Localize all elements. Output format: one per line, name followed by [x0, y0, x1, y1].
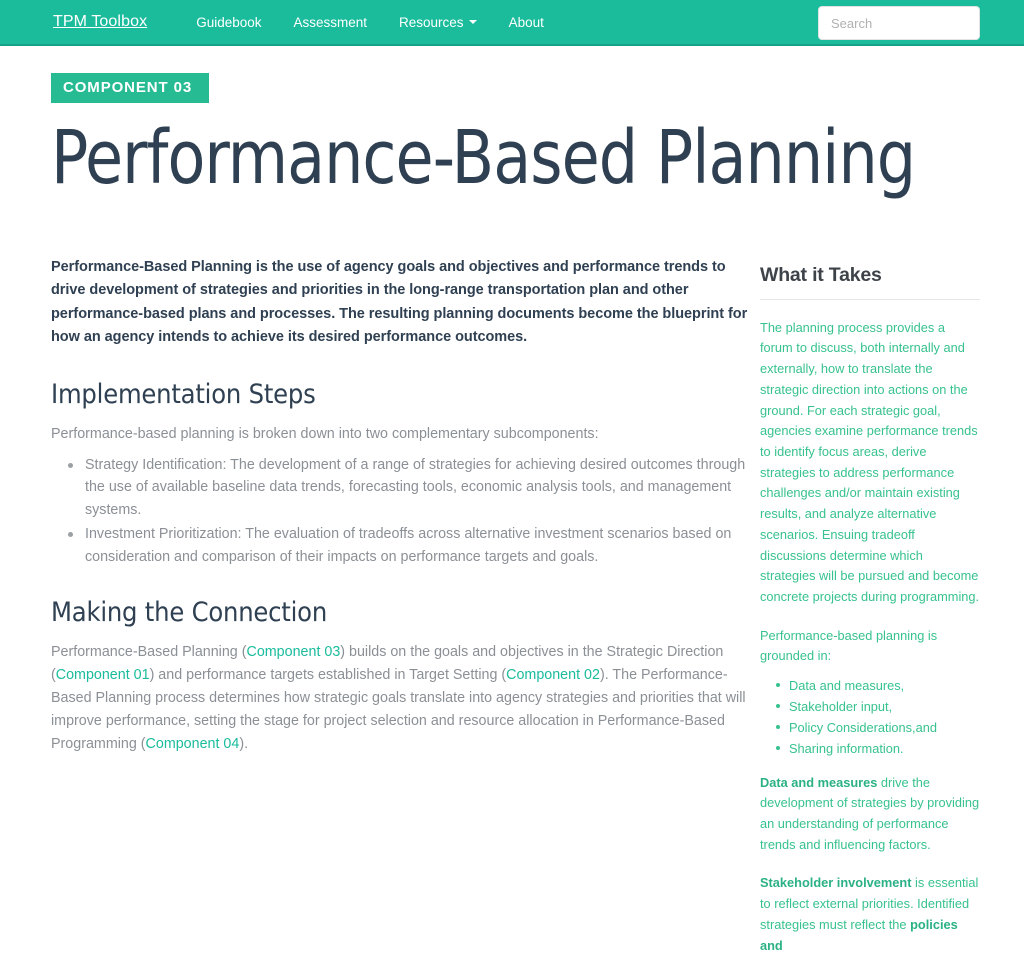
list-item: Policy Considerations,and — [776, 718, 980, 738]
connection-text-e: ). — [239, 735, 249, 752]
nav-links: Guidebook Assessment Resources About — [180, 15, 560, 30]
search-input[interactable] — [818, 6, 980, 40]
nav-item-guidebook[interactable]: Guidebook — [180, 15, 277, 30]
page-title: Performance-Based Planning — [51, 115, 916, 201]
sidebar-p3-emphasis: Data and measures — [760, 774, 878, 790]
top-navbar: TPM Toolbox Guidebook Assessment Resourc… — [0, 0, 1024, 46]
list-item: Stakeholder input, — [776, 697, 980, 717]
link-component-02[interactable]: Component 02 — [506, 667, 600, 683]
sidebar-p4-emphasis: Stakeholder involvement — [760, 875, 912, 891]
main-column: Performance-Based Planning is the use of… — [51, 256, 751, 756]
nav-item-about[interactable]: About — [493, 15, 560, 30]
component-badge: COMPONENT 03 — [51, 73, 210, 103]
search-container — [818, 6, 980, 40]
implementation-steps-list: Strategy Identification: The development… — [51, 454, 751, 569]
content-columns: Performance-Based Planning is the use of… — [51, 256, 980, 956]
link-component-03[interactable]: Component 03 — [247, 644, 341, 660]
nav-item-guidebook-label: Guidebook — [196, 14, 262, 30]
sidebar-list: Data and measures, Stakeholder input, Po… — [760, 676, 980, 758]
nav-item-resources[interactable]: Resources — [383, 15, 493, 30]
nav-item-resources-label: Resources — [399, 14, 464, 30]
sidebar-paragraph-4: Stakeholder involvement is essential to … — [760, 873, 980, 956]
sidebar-heading: What it Takes — [760, 263, 882, 286]
making-the-connection-heading: Making the Connection — [51, 597, 328, 629]
brand-logo[interactable]: TPM Toolbox — [53, 13, 147, 31]
page-content: COMPONENT 03 Performance-Based Planning … — [0, 46, 1024, 956]
implementation-steps-heading: Implementation Steps — [51, 378, 316, 410]
sidebar-paragraph-2: Performance-based planning is grounded i… — [760, 627, 938, 664]
list-item: Strategy Identification: The development… — [68, 454, 751, 522]
connection-text-c: ) and performance targets established in… — [149, 667, 507, 684]
nav-item-about-label: About — [508, 14, 544, 30]
nav-item-assessment[interactable]: Assessment — [278, 15, 384, 30]
link-component-01[interactable]: Component 01 — [56, 667, 150, 683]
implementation-steps-intro: Performance-based planning is broken dow… — [51, 425, 599, 442]
making-the-connection-paragraph: Performance-Based Planning (Component 03… — [51, 641, 751, 755]
sidebar-divider — [760, 298, 980, 300]
chevron-down-icon — [468, 20, 477, 24]
sidebar-paragraph-3: Data and measures drive the development … — [760, 773, 980, 856]
list-item: Sharing information. — [776, 739, 980, 759]
sidebar-paragraph-1: The planning process provides a forum to… — [760, 319, 980, 605]
link-component-04[interactable]: Component 04 — [146, 736, 240, 752]
lead-paragraph: Performance-Based Planning is the use of… — [51, 258, 748, 346]
nav-item-assessment-label: Assessment — [293, 14, 368, 30]
connection-text-a: Performance-Based Planning ( — [51, 644, 247, 661]
list-item: Data and measures, — [776, 676, 980, 696]
list-item: Investment Prioritization: The evaluatio… — [68, 523, 751, 568]
sidebar-what-it-takes: What it Takes The planning process provi… — [760, 256, 980, 956]
